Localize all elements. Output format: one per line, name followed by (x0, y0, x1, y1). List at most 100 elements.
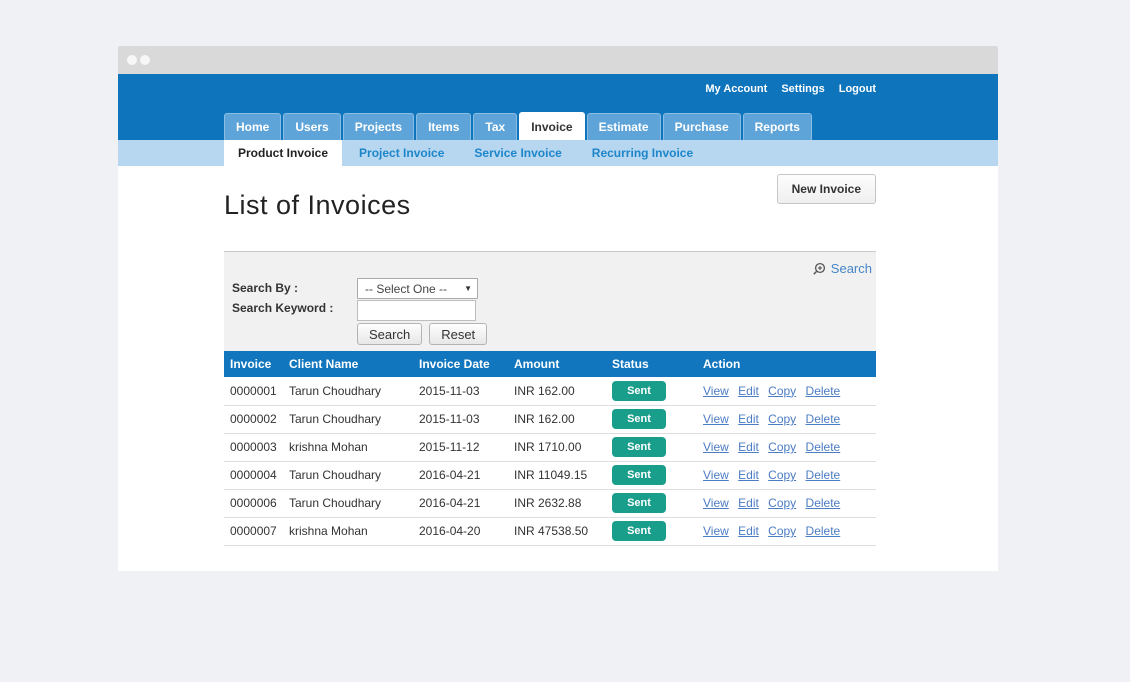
main-nav-tab[interactable]: Users (283, 113, 340, 140)
account-nav-link[interactable]: My Account (705, 83, 767, 95)
table-row: 0000007 krishna Mohan 2016-04-20 INR 475… (224, 517, 876, 545)
browser-window: My Account Settings Logout Home Users Pr… (118, 46, 998, 571)
edit-link[interactable]: Edit (738, 496, 759, 510)
amount-cell: INR 47538.50 (508, 517, 606, 545)
invoice-date-cell: 2015-11-03 (413, 377, 508, 405)
sub-nav-tab[interactable]: Service Invoice (461, 140, 574, 166)
client-name-cell: krishna Mohan (283, 433, 413, 461)
view-link[interactable]: View (703, 524, 729, 538)
main-nav-tab[interactable]: Purchase (663, 113, 741, 140)
copy-link[interactable]: Copy (768, 440, 796, 454)
view-link[interactable]: View (703, 440, 729, 454)
app-header: My Account Settings Logout Home Users Pr… (118, 74, 998, 140)
column-header-invoice: Invoice (224, 351, 283, 377)
window-control-dot-icon[interactable] (140, 55, 150, 65)
invoice-number-cell: 0000003 (224, 433, 283, 461)
action-cell: View Edit Copy Delete (697, 405, 876, 433)
delete-link[interactable]: Delete (806, 468, 841, 482)
main-nav-tab[interactable]: Tax (473, 113, 517, 140)
status-cell: Sent (606, 461, 697, 489)
sub-nav-tab[interactable]: Product Invoice (224, 140, 342, 166)
search-by-label: Search By : (232, 281, 298, 295)
search-toggle-label: Search (831, 261, 872, 276)
sub-nav-tab[interactable]: Project Invoice (346, 140, 457, 166)
edit-link[interactable]: Edit (738, 524, 759, 538)
search-by-select-value: -- Select One -- (365, 282, 447, 296)
delete-link[interactable]: Delete (806, 440, 841, 454)
search-by-select[interactable]: -- Select One -- ▼ (357, 278, 478, 299)
status-cell: Sent (606, 377, 697, 405)
invoice-number-cell: 0000004 (224, 461, 283, 489)
table-row: 0000006 Tarun Choudhary 2016-04-21 INR 2… (224, 489, 876, 517)
main-nav-tab[interactable]: Home (224, 113, 281, 140)
account-nav-link[interactable]: Logout (839, 83, 876, 95)
copy-link[interactable]: Copy (768, 496, 796, 510)
column-header-amount: Amount (508, 351, 606, 377)
amount-cell: INR 2632.88 (508, 489, 606, 517)
invoice-date-cell: 2016-04-21 (413, 461, 508, 489)
invoice-date-cell: 2015-11-12 (413, 433, 508, 461)
column-header-invoice-date: Invoice Date (413, 351, 508, 377)
status-badge[interactable]: Sent (612, 521, 666, 541)
invoice-table: Invoice Client Name Invoice Date Amount … (224, 351, 876, 546)
search-panel: Search Search By : -- Select One -- ▼ Se… (224, 251, 876, 351)
amount-cell: INR 1710.00 (508, 433, 606, 461)
status-cell: Sent (606, 489, 697, 517)
delete-link[interactable]: Delete (806, 384, 841, 398)
invoice-sub-nav: Product Invoice Project Invoice Service … (118, 140, 998, 166)
view-link[interactable]: View (703, 468, 729, 482)
main-nav-tabs: Home Users Projects Items Tax Invoice Es… (224, 112, 812, 140)
status-badge[interactable]: Sent (612, 409, 666, 429)
status-badge[interactable]: Sent (612, 437, 666, 457)
edit-link[interactable]: Edit (738, 440, 759, 454)
amount-cell: INR 162.00 (508, 377, 606, 405)
invoice-table-header: Invoice Client Name Invoice Date Amount … (224, 351, 876, 377)
main-nav-tab[interactable]: Estimate (587, 113, 661, 140)
window-title-bar (118, 46, 998, 74)
edit-link[interactable]: Edit (738, 468, 759, 482)
edit-link[interactable]: Edit (738, 384, 759, 398)
invoice-date-cell: 2015-11-03 (413, 405, 508, 433)
view-link[interactable]: View (703, 384, 729, 398)
window-control-dot-icon[interactable] (127, 55, 137, 65)
column-header-status: Status (606, 351, 697, 377)
main-nav-tab[interactable]: Invoice (519, 112, 584, 140)
main-nav-tab[interactable]: Reports (743, 113, 812, 140)
search-button[interactable]: Search (357, 323, 422, 345)
search-panel-buttons: Search Reset (357, 323, 487, 345)
delete-link[interactable]: Delete (806, 496, 841, 510)
copy-link[interactable]: Copy (768, 384, 796, 398)
main-nav-tab[interactable]: Projects (343, 113, 414, 140)
invoice-date-cell: 2016-04-21 (413, 489, 508, 517)
status-cell: Sent (606, 405, 697, 433)
delete-link[interactable]: Delete (806, 524, 841, 538)
search-keyword-input[interactable] (357, 300, 476, 321)
status-badge[interactable]: Sent (612, 493, 666, 513)
search-toggle-link[interactable]: Search (812, 261, 872, 276)
delete-link[interactable]: Delete (806, 412, 841, 426)
amount-cell: INR 11049.15 (508, 461, 606, 489)
reset-button[interactable]: Reset (429, 323, 487, 345)
copy-link[interactable]: Copy (768, 468, 796, 482)
invoice-number-cell: 0000002 (224, 405, 283, 433)
sub-nav-tab[interactable]: Recurring Invoice (579, 140, 706, 166)
status-badge[interactable]: Sent (612, 465, 666, 485)
client-name-cell: Tarun Choudhary (283, 405, 413, 433)
status-badge[interactable]: Sent (612, 381, 666, 401)
new-invoice-button[interactable]: New Invoice (777, 174, 876, 204)
invoice-number-cell: 0000006 (224, 489, 283, 517)
copy-link[interactable]: Copy (768, 412, 796, 426)
chevron-down-icon: ▼ (464, 284, 472, 293)
main-nav-tab[interactable]: Items (416, 113, 471, 140)
column-header-action: Action (697, 351, 876, 377)
account-nav-link[interactable]: Settings (781, 83, 824, 95)
client-name-cell: krishna Mohan (283, 517, 413, 545)
table-row: 0000004 Tarun Choudhary 2016-04-21 INR 1… (224, 461, 876, 489)
client-name-cell: Tarun Choudhary (283, 461, 413, 489)
view-link[interactable]: View (703, 412, 729, 426)
view-link[interactable]: View (703, 496, 729, 510)
edit-link[interactable]: Edit (738, 412, 759, 426)
copy-link[interactable]: Copy (768, 524, 796, 538)
table-row: 0000001 Tarun Choudhary 2015-11-03 INR 1… (224, 377, 876, 405)
invoice-number-cell: 0000001 (224, 377, 283, 405)
